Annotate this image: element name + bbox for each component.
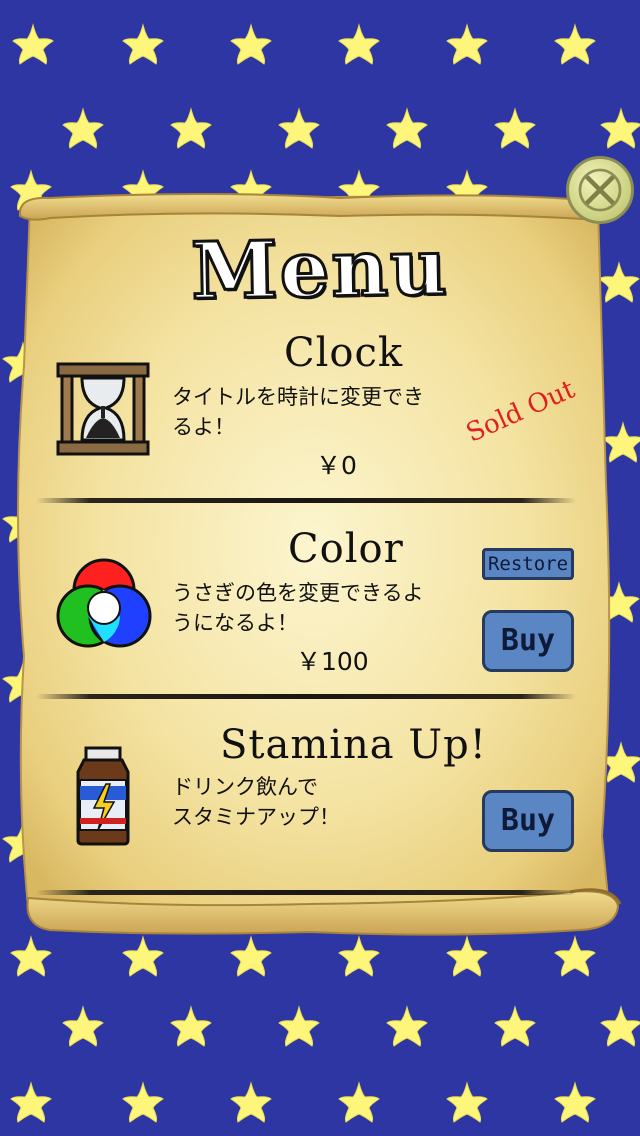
item-description: ドリンク飲んで スタミナアップ！ [172,775,340,829]
star-decoration [444,934,490,980]
buy-stamina-button[interactable]: Buy [482,790,574,852]
energy-drink-icon [70,746,136,846]
star-decoration [276,106,322,152]
star-decoration [552,1080,598,1126]
item-divider [36,498,576,503]
page-title: Menu [189,220,451,318]
star-decoration [336,1080,382,1126]
star-decoration [228,934,274,980]
star-decoration [444,1080,490,1126]
star-decoration [598,106,640,152]
star-decoration [228,1080,274,1126]
item-price: ￥100 [296,647,369,676]
color-circles-icon [54,554,154,654]
star-decoration [120,1080,166,1126]
item-name: Color [288,526,404,572]
item-name: Clock [284,330,404,376]
star-decoration [492,106,538,152]
star-decoration [120,22,166,68]
star-decoration [60,1004,106,1050]
star-decoration [336,22,382,68]
buy-color-button[interactable]: Buy [482,610,574,672]
star-decoration [598,1004,640,1050]
star-decoration [10,22,56,68]
star-decoration [8,1080,54,1126]
star-decoration [276,1004,322,1050]
hourglass-icon [54,362,152,456]
item-description: タイトルを時計に変更でき るよ！ [172,385,424,439]
item-divider [36,890,576,895]
star-decoration [8,934,54,980]
star-decoration [60,106,106,152]
item-divider [36,694,576,699]
star-decoration [168,106,214,152]
item-price: ￥0 [316,451,357,480]
close-x-icon [578,168,622,212]
star-decoration [552,934,598,980]
item-description: うさぎの色を変更できるよ うになるよ！ [172,581,424,635]
star-decoration [552,22,598,68]
star-decoration [492,1004,538,1050]
star-decoration [336,934,382,980]
close-button[interactable] [566,156,634,224]
item-name: Stamina Up! [220,722,487,768]
restore-button[interactable]: Restore [482,548,574,580]
star-decoration [444,22,490,68]
star-decoration [384,106,430,152]
star-decoration [120,934,166,980]
star-decoration [168,1004,214,1050]
star-decoration [228,22,274,68]
star-decoration [384,1004,430,1050]
